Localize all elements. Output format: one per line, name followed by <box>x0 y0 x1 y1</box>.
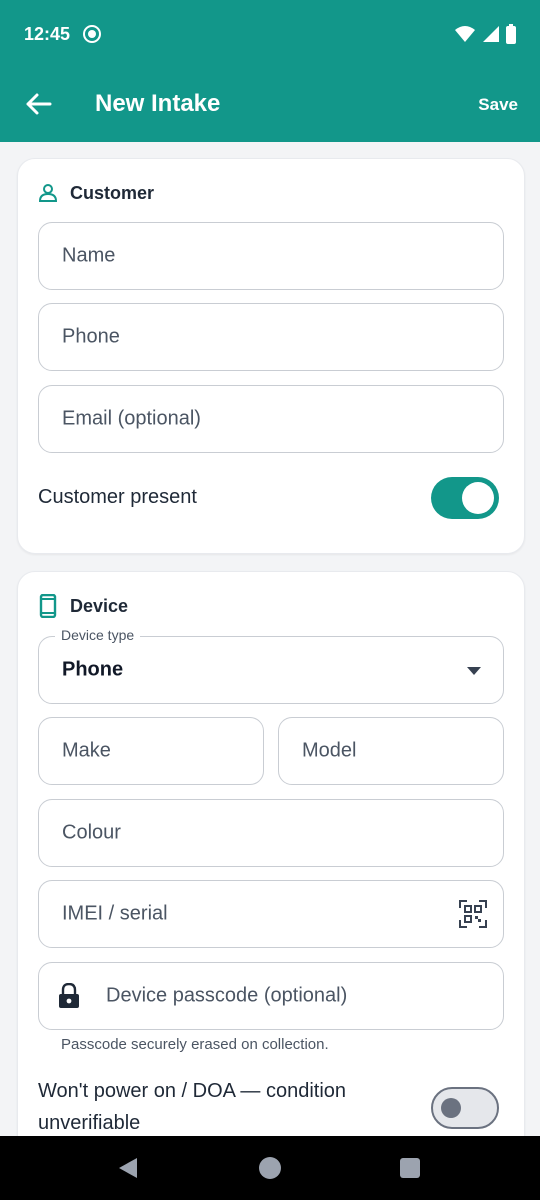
passcode-field[interactable]: Device passcode (optional) <box>38 962 504 1030</box>
make-placeholder: Make <box>62 739 111 762</box>
device-section-title: Device <box>70 595 129 616</box>
phone-field[interactable]: Phone <box>38 303 504 371</box>
model-field[interactable]: Model <box>278 717 504 785</box>
app-bar: New Intake Save <box>0 68 540 142</box>
toggle-knob <box>441 1098 461 1118</box>
system-navigation-bar <box>0 1136 540 1200</box>
customer-present-toggle[interactable] <box>431 477 499 519</box>
page-title: New Intake <box>95 90 221 117</box>
imei-placeholder: IMEI / serial <box>62 902 168 925</box>
colour-field[interactable]: Colour <box>38 799 504 867</box>
qr-scan-icon[interactable] <box>459 900 487 928</box>
customer-section-header: Customer <box>38 180 154 206</box>
person-icon <box>38 184 58 202</box>
battery-icon <box>506 24 516 44</box>
device-section-header: Device <box>38 593 128 619</box>
doa-label-line1: Won't power on / DOA — condition <box>38 1080 347 1102</box>
email-placeholder: Email (optional) <box>62 407 201 430</box>
doa-label-line2: unverifiable <box>38 1112 141 1134</box>
signal-icon <box>483 26 499 42</box>
name-placeholder: Name <box>62 244 116 267</box>
status-time: 12:45 <box>24 24 71 44</box>
model-placeholder: Model <box>302 739 357 762</box>
smartphone-icon <box>39 594 57 618</box>
passcode-helper-text: Passcode securely erased on collection. <box>61 1036 329 1053</box>
colour-placeholder: Colour <box>62 821 121 844</box>
lock-icon <box>59 983 79 1008</box>
wifi-icon <box>455 26 475 42</box>
customer-section-title: Customer <box>70 182 155 203</box>
nav-recents-icon[interactable] <box>399 1157 421 1179</box>
name-field[interactable]: Name <box>38 222 504 290</box>
phone-placeholder: Phone <box>62 325 120 348</box>
device-type-label: Device type <box>55 627 141 643</box>
device-type-select[interactable]: Device type Phone <box>38 627 504 704</box>
nav-back-icon[interactable] <box>117 1157 139 1179</box>
device-card: Device Device type Phone Make Model Colo… <box>17 571 525 1193</box>
app-notification-icon <box>83 25 101 43</box>
customer-card: Customer Name Phone Email (optional) Cus… <box>17 158 525 554</box>
passcode-placeholder: Device passcode (optional) <box>106 984 348 1007</box>
make-field[interactable]: Make <box>38 717 264 785</box>
doa-toggle[interactable] <box>431 1087 499 1129</box>
status-bar: 12:45 <box>0 0 540 68</box>
nav-home-icon[interactable] <box>258 1156 282 1180</box>
status-icons <box>454 22 516 46</box>
device-type-value: Phone <box>62 658 124 681</box>
imei-field[interactable]: IMEI / serial <box>38 880 504 948</box>
back-arrow-icon[interactable] <box>22 88 54 120</box>
email-field[interactable]: Email (optional) <box>38 385 504 453</box>
save-button[interactable]: Save <box>478 95 518 115</box>
dropdown-arrow-icon <box>467 667 481 675</box>
toggle-knob <box>462 482 494 514</box>
customer-present-label: Customer present <box>38 486 197 508</box>
